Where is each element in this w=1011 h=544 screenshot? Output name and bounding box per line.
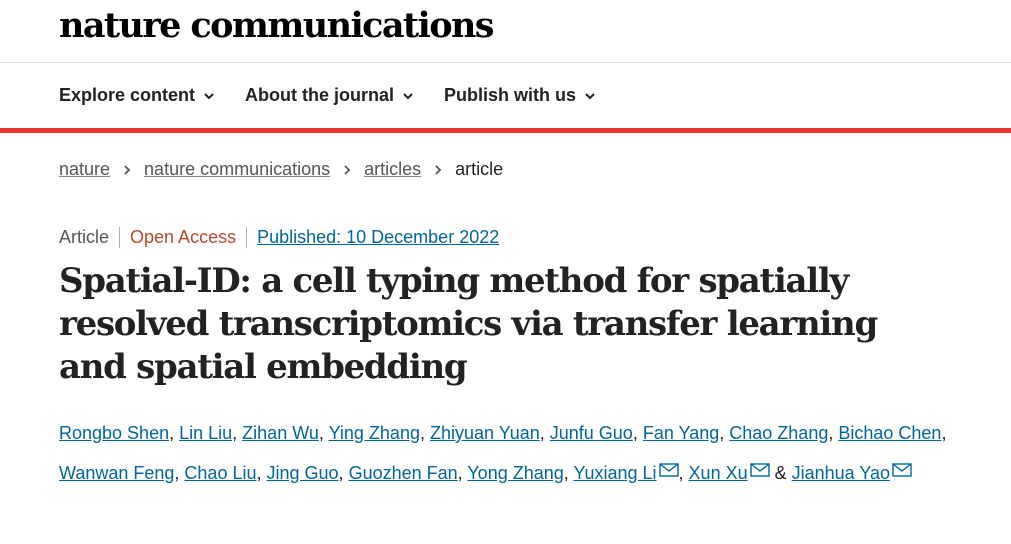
nav-about-the-journal[interactable]: About the journal bbox=[245, 85, 414, 106]
nav-label: Explore content bbox=[59, 85, 196, 105]
author-link[interactable]: Bichao Chen bbox=[838, 423, 941, 443]
author-link[interactable]: Zhiyuan Yuan bbox=[430, 423, 540, 443]
mail-icon[interactable] bbox=[658, 452, 679, 477]
author-link[interactable]: Lin Liu bbox=[179, 423, 232, 443]
open-access-badge: Open Access bbox=[120, 227, 248, 248]
nav-publish-with-us[interactable]: Publish with us bbox=[444, 85, 596, 106]
author-link[interactable]: Fan Yang bbox=[643, 423, 719, 443]
journal-logo[interactable]: nature communications bbox=[59, 4, 495, 48]
author-link[interactable]: Jianhua Yao bbox=[792, 463, 890, 483]
author-link[interactable]: Junfu Guo bbox=[550, 423, 633, 443]
author-link[interactable]: Zihan Wu bbox=[242, 423, 319, 443]
author-link[interactable]: Yong Zhang bbox=[467, 463, 563, 483]
breadcrumb-current: article bbox=[455, 159, 504, 179]
chevron-right-icon bbox=[124, 164, 131, 175]
author-link[interactable]: Yuxiang Li bbox=[573, 463, 656, 483]
author-link[interactable]: Chao Zhang bbox=[729, 423, 828, 443]
article-title: Spatial-ID: a cell typing method for spa… bbox=[59, 261, 878, 387]
chevron-down-icon bbox=[585, 92, 595, 99]
author-conjunction: & bbox=[769, 463, 792, 483]
main-nav: Explore content About the journal Publis… bbox=[0, 63, 1011, 133]
site-header: nature communications bbox=[0, 0, 1011, 63]
chevron-down-icon bbox=[403, 92, 413, 99]
author-list: Rongbo Shen, Lin Liu, Zihan Wu, Ying Zha… bbox=[59, 423, 947, 483]
mail-icon[interactable] bbox=[749, 452, 770, 477]
nav-explore-content[interactable]: Explore content bbox=[59, 85, 215, 106]
breadcrumb-link-articles[interactable]: articles bbox=[364, 159, 421, 180]
chevron-right-icon bbox=[435, 164, 442, 175]
article-meta: Article Open Access Published: 10 Decemb… bbox=[59, 227, 499, 248]
author-link[interactable]: Ying Zhang bbox=[329, 423, 420, 443]
breadcrumb-link-nature[interactable]: nature bbox=[59, 159, 110, 180]
author-link[interactable]: Guozhen Fan bbox=[349, 463, 458, 483]
published-date-link[interactable]: Published: 10 December 2022 bbox=[247, 227, 499, 248]
chevron-right-icon bbox=[344, 164, 351, 175]
article-type: Article bbox=[59, 227, 121, 248]
chevron-down-icon bbox=[204, 92, 214, 99]
breadcrumb-link-nature-communications[interactable]: nature communications bbox=[144, 159, 330, 180]
nav-label: About the journal bbox=[245, 85, 395, 105]
author-link[interactable]: Xun Xu bbox=[689, 463, 748, 483]
mail-icon[interactable] bbox=[892, 452, 912, 477]
author-link[interactable]: Jing Guo bbox=[267, 463, 339, 483]
author-link[interactable]: Chao Liu bbox=[184, 463, 256, 483]
breadcrumb: nature nature communications articles ar… bbox=[59, 159, 503, 180]
author-link[interactable]: Wanwan Feng bbox=[59, 463, 174, 483]
nav-label: Publish with us bbox=[444, 85, 577, 105]
author-link[interactable]: Rongbo Shen bbox=[59, 423, 169, 443]
